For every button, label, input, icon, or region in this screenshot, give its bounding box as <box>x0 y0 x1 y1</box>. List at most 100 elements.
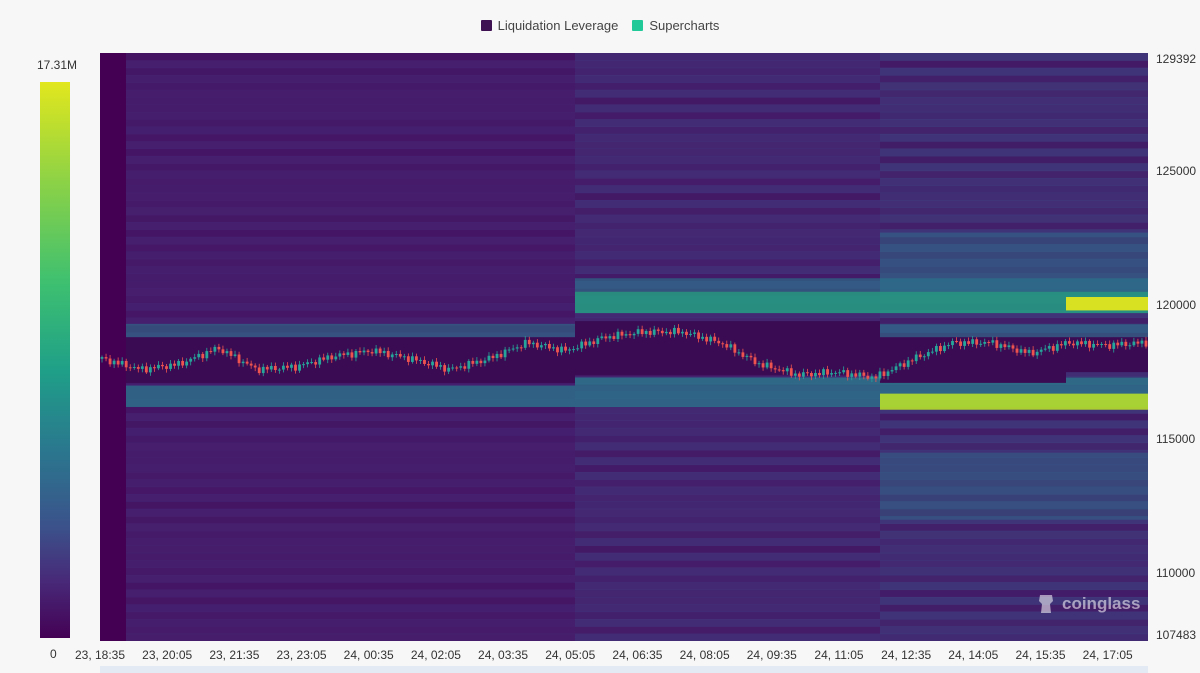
candle-body <box>926 352 930 357</box>
candle-body <box>693 332 696 334</box>
candle-body <box>858 372 862 377</box>
candle-body <box>1039 349 1043 352</box>
candle-body <box>624 334 628 336</box>
candle-body <box>415 356 418 361</box>
coinglass-logo-icon <box>1039 595 1053 613</box>
candle-body <box>511 348 515 350</box>
candle-body <box>660 330 664 334</box>
candle-body <box>934 345 938 352</box>
candle-body <box>1104 344 1108 346</box>
legend-label-supercharts: Supercharts <box>649 18 720 33</box>
candle-body <box>374 348 378 354</box>
candle-body <box>354 351 358 358</box>
candle-body <box>725 344 729 348</box>
candle-body <box>781 370 785 372</box>
candle-body <box>281 365 285 370</box>
candle-body <box>753 357 757 365</box>
y-axis: 129392 125000 120000 115000 110000 107483 <box>1148 52 1200 642</box>
legend-swatch-liquidation-leverage <box>480 20 492 31</box>
colorbar[interactable] <box>40 82 70 638</box>
candle-body <box>1035 351 1039 356</box>
candle-body <box>503 349 507 358</box>
legend-swatch-supercharts <box>632 20 644 31</box>
candle-body <box>148 367 152 373</box>
candle-body <box>1043 348 1047 350</box>
candle-body <box>197 353 201 358</box>
candle-body <box>801 372 805 377</box>
candle-body <box>128 367 132 369</box>
candle-body <box>576 348 580 350</box>
candle-body <box>685 331 688 335</box>
candle-body <box>124 360 128 368</box>
candle-body <box>1140 340 1144 344</box>
candle-body <box>967 341 971 344</box>
candle-body <box>310 362 314 364</box>
candle-body <box>1132 341 1136 346</box>
candle-body <box>749 355 753 358</box>
legend-label-liquidation-leverage: Liquidation Leverage <box>497 18 619 33</box>
candle-body <box>471 360 475 364</box>
candle-body <box>729 344 733 348</box>
legend-item-liquidation-leverage[interactable]: Liquidation Leverage <box>480 18 619 33</box>
candle-body <box>975 339 979 345</box>
candle-body <box>1124 341 1128 347</box>
candle-body <box>286 365 289 368</box>
y-tick-label: 129392 <box>1156 52 1197 66</box>
candle-body <box>709 336 713 342</box>
candle-body <box>487 355 491 361</box>
candle-body <box>862 372 866 376</box>
candle-body <box>902 363 906 367</box>
candle-body <box>717 340 721 344</box>
candle-body <box>237 354 241 364</box>
candle-body <box>132 367 136 369</box>
candle-body <box>120 360 124 365</box>
candle-body <box>773 368 777 370</box>
candle-body <box>1031 349 1035 356</box>
x-tick-label: 23, 21:35 <box>209 648 260 662</box>
candle-body <box>423 359 426 364</box>
candle-body <box>459 366 463 368</box>
candle-body <box>826 369 829 375</box>
candle-body <box>882 371 886 376</box>
candle-body <box>951 340 954 346</box>
candle-body <box>971 339 975 344</box>
candle-body <box>447 367 451 372</box>
candle-body <box>229 351 233 356</box>
candle-body <box>1116 342 1120 346</box>
x-tick-label: 24, 11:05 <box>814 648 864 662</box>
candle-body <box>535 342 539 348</box>
candle-body <box>233 354 237 356</box>
candle-body <box>366 350 370 353</box>
y-tick-label: 110000 <box>1156 566 1196 581</box>
candle-body <box>322 357 326 360</box>
candle-body <box>495 353 499 359</box>
candle-body <box>104 357 108 359</box>
candle-body <box>177 360 181 366</box>
time-range-scrollbar[interactable] <box>100 666 1148 673</box>
candle-body <box>632 333 636 336</box>
candle-body <box>507 349 511 351</box>
candle-body <box>1055 344 1059 351</box>
legend-item-supercharts[interactable]: Supercharts <box>632 18 719 33</box>
candle-body <box>959 341 962 346</box>
candle-body <box>757 363 761 365</box>
x-tick-label: 24, 14:05 <box>948 648 999 662</box>
candle-body <box>161 364 164 367</box>
candle-body <box>157 364 160 369</box>
candle-body <box>556 347 559 353</box>
candle-body <box>1072 343 1075 346</box>
candle-body <box>886 371 890 376</box>
x-tick-label: 24, 06:35 <box>612 648 663 662</box>
heatmap-plot-area[interactable]: coinglass <box>100 53 1148 641</box>
y-tick-label: 120000 <box>1156 298 1197 313</box>
candle-body <box>346 352 350 355</box>
candle-body <box>1003 344 1007 348</box>
candle-body <box>189 358 193 362</box>
x-tick-label: 24, 00:35 <box>343 648 394 662</box>
candle-body <box>1100 344 1104 346</box>
candle-body <box>277 369 281 371</box>
candle-body <box>1108 344 1112 349</box>
candle-body <box>193 357 197 359</box>
candle-body <box>822 369 825 376</box>
candle-body <box>491 355 495 359</box>
